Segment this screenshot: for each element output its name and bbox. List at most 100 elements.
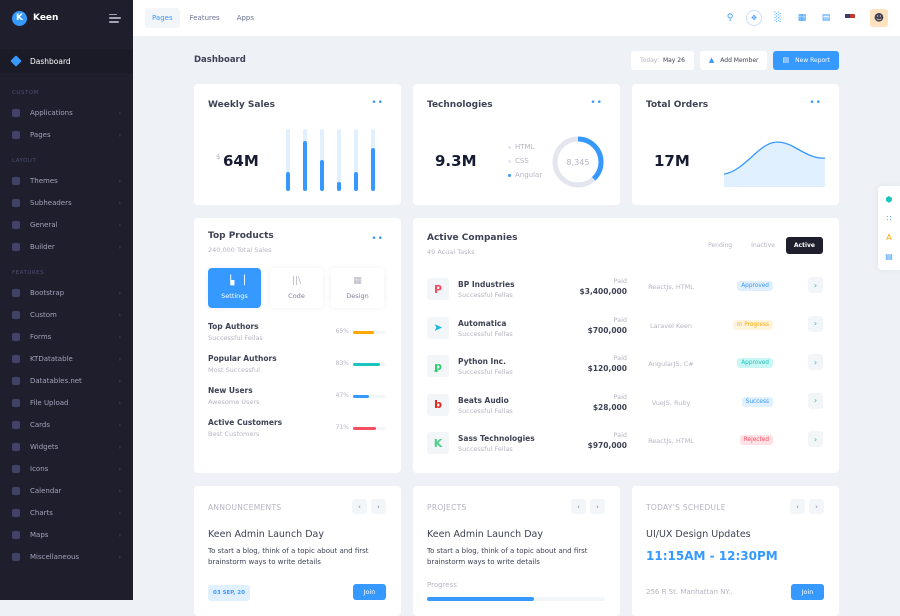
paid-label: Paid xyxy=(613,354,627,362)
tab-active[interactable]: Active xyxy=(785,237,823,254)
next-button[interactable]: › xyxy=(371,499,386,514)
status-badge: Rejected xyxy=(739,435,773,445)
chart-icon[interactable]: ░ xyxy=(766,6,790,30)
join-button[interactable]: Join xyxy=(791,584,824,600)
arrow-right-button[interactable]: › xyxy=(808,354,823,370)
apps-grid-icon[interactable]: ▦ xyxy=(790,6,814,30)
sidebar-item-custom[interactable]: Custom › xyxy=(0,304,133,326)
sales-bar-fill xyxy=(354,172,358,191)
company-row: P BP Industries Successful Fellas Paid $… xyxy=(427,277,823,302)
arrow-right-button[interactable]: › xyxy=(808,392,823,409)
prev-button[interactable]: ‹ xyxy=(571,499,586,514)
sidebar-item-maps[interactable]: Maps › xyxy=(0,524,133,546)
chat-icon[interactable]: ▤ xyxy=(814,6,838,30)
sidebar-item-general[interactable]: General › xyxy=(0,214,133,236)
sidebar-item-icons[interactable]: Icons › xyxy=(0,458,133,480)
author-sub: Awesome Users xyxy=(208,398,260,406)
sidebar-item-calendar[interactable]: Calendar › xyxy=(0,480,133,502)
paid-amount: $700,000 xyxy=(587,325,627,335)
author-percent: 47% xyxy=(335,392,349,399)
code-button[interactable]: ||\ Code xyxy=(270,268,323,308)
layout-icon[interactable]: ∷ xyxy=(886,214,891,223)
compass-icon[interactable]: ✥ xyxy=(742,6,766,30)
join-button[interactable]: Join xyxy=(353,584,386,600)
design-button[interactable]: ▦ Design xyxy=(331,268,384,308)
tab-apps[interactable]: Apps xyxy=(230,8,261,28)
keen-logo-icon[interactable]: K xyxy=(12,10,27,26)
sidebar-item-miscellaneous[interactable]: Miscellaneous › xyxy=(0,546,133,568)
company-name[interactable]: Python Inc. xyxy=(458,357,506,366)
prev-button[interactable]: ‹ xyxy=(790,499,805,514)
font-icon[interactable]: A xyxy=(886,233,891,242)
sidebar-item-pages[interactable]: Pages › xyxy=(0,124,133,146)
tab-pages[interactable]: Pages xyxy=(145,8,180,28)
sales-bar xyxy=(354,129,358,191)
arrow-right-button[interactable]: › xyxy=(808,315,823,332)
author-progress-fill xyxy=(353,395,369,398)
widgets-icon xyxy=(12,443,20,451)
author-progress xyxy=(353,363,386,366)
sidebar-item-forms[interactable]: Forms › xyxy=(0,326,133,348)
chat-icon[interactable]: ▤ xyxy=(885,252,893,261)
add-member-button[interactable]: ▲ Add Member xyxy=(699,50,768,70)
projects-card: PROJECTS ‹ › Keen Admin Launch Day To sta… xyxy=(413,486,620,616)
sales-bar-fill xyxy=(303,141,307,191)
author-row: Popular Authors Most Successful 83% xyxy=(208,354,386,380)
card-title: Active Companies xyxy=(427,233,518,243)
more-options-icon[interactable]: •• xyxy=(590,98,603,108)
author-percent: 71% xyxy=(335,424,349,431)
tab-inactive[interactable]: Inactive xyxy=(743,237,783,254)
language-button[interactable] xyxy=(838,6,862,30)
company-row: ꝑ Python Inc. Successful Fellas Paid $12… xyxy=(427,354,823,379)
sidebar-item-subheaders[interactable]: Subheaders › xyxy=(0,192,133,214)
sidebar-item-ktdatatable[interactable]: KTDatatable › xyxy=(0,348,133,370)
file-upload-icon xyxy=(12,399,20,407)
today-value: May 26 xyxy=(662,56,685,64)
arrow-right-button[interactable]: › xyxy=(808,277,823,293)
sidebar-item-widgets[interactable]: Widgets › xyxy=(0,436,133,458)
new-report-button[interactable]: ▤ New Report xyxy=(773,50,839,70)
menu-toggle-icon[interactable] xyxy=(109,13,121,23)
bar-chart-icon: ▕▖▕ xyxy=(224,276,245,286)
sidebar-item-applications[interactable]: Applications › xyxy=(0,102,133,124)
sidebar-item-bootstrap[interactable]: Bootstrap › xyxy=(0,282,133,304)
tab-features[interactable]: Features xyxy=(183,8,227,28)
company-name[interactable]: BP Industries xyxy=(458,280,515,289)
arrow-right-button[interactable]: › xyxy=(808,431,823,447)
chevron-right-icon: › xyxy=(118,443,121,451)
sidebar-item-label: Calendar xyxy=(30,487,62,495)
sidebar-item-label: General xyxy=(30,221,58,229)
sidebar-item-label: Cards xyxy=(30,421,51,429)
more-options-icon[interactable]: •• xyxy=(809,98,822,108)
status-badge: In Progress xyxy=(733,319,773,330)
us-flag-icon xyxy=(845,14,855,22)
box-icon[interactable]: ⬢ xyxy=(886,195,893,204)
card-heading: ANNOUNCEMENTS xyxy=(208,503,282,512)
sales-bar xyxy=(337,129,341,191)
sidebar-item-dashboard[interactable]: Dashboard xyxy=(0,49,133,73)
next-button[interactable]: › xyxy=(809,499,824,514)
sidebar-item-builder[interactable]: Builder › xyxy=(0,236,133,258)
search-icon[interactable]: ⚲ xyxy=(718,6,742,30)
more-options-icon[interactable]: •• xyxy=(371,234,384,244)
sidebar-item-file-upload[interactable]: File Upload › xyxy=(0,392,133,414)
user-avatar[interactable]: ☻ xyxy=(870,9,888,27)
chevron-right-icon: › xyxy=(118,553,121,561)
sidebar-item-themes[interactable]: Themes › xyxy=(0,170,133,192)
sidebar-item-charts[interactable]: Charts › xyxy=(0,502,133,524)
cards-icon xyxy=(12,421,20,429)
sidebar-item-datatables-net[interactable]: Datatables.net › xyxy=(0,370,133,392)
more-options-icon[interactable]: •• xyxy=(371,98,384,108)
next-button[interactable]: › xyxy=(590,499,605,514)
company-name[interactable]: Beats Audio xyxy=(458,396,509,405)
company-sub: Successful Fellas xyxy=(458,445,513,453)
prev-button[interactable]: ‹ xyxy=(352,499,367,514)
sidebar-item-cards[interactable]: Cards › xyxy=(0,414,133,436)
settings-button[interactable]: ▕▖▕ Settings xyxy=(208,268,261,308)
company-name[interactable]: Automatica xyxy=(458,319,506,328)
sidebar-item-label: Themes xyxy=(30,177,58,185)
date-picker-button[interactable]: Today: May 26 xyxy=(631,50,694,70)
author-name: Top Authors xyxy=(208,322,259,331)
tab-pending[interactable]: Pending xyxy=(700,237,740,254)
company-name[interactable]: Sass Technologies xyxy=(458,434,535,443)
